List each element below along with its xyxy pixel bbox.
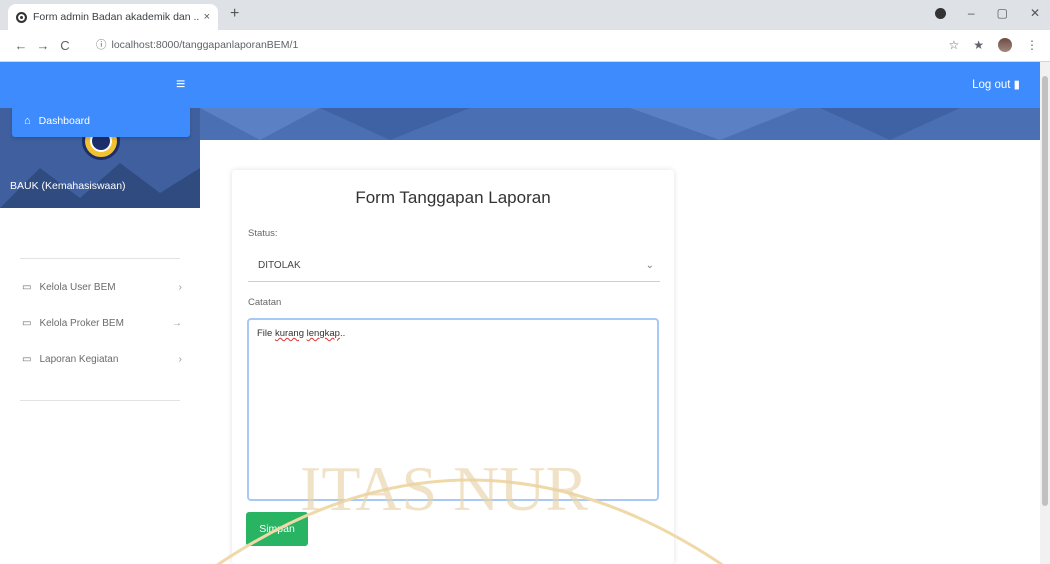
chevron-right-icon: › <box>178 353 182 365</box>
status-value: DITOLAK <box>258 260 301 271</box>
divider <box>20 258 180 259</box>
close-window-icon[interactable]: ✕ <box>1030 6 1040 20</box>
sidebar-item-label: Kelola Proker BEM <box>39 317 124 329</box>
sidebar-item-label: Dashboard <box>38 115 91 127</box>
url-text: localhost:8000/tanggapanlaporanBEM/1 <box>111 39 299 51</box>
sidebar-item-dashboard[interactable]: ⌂ Dashboard <box>12 105 190 137</box>
back-icon[interactable]: ← <box>10 38 32 53</box>
folder-icon: ▭ <box>22 317 32 329</box>
window-controls: – ▢ ✕ <box>934 6 1040 20</box>
user-avatar-icon[interactable] <box>998 38 1012 52</box>
sidebar-item-label: Kelola User BEM <box>39 281 116 293</box>
dashboard-icon: ⌂ <box>24 115 31 127</box>
arrow-right-icon: → <box>172 317 182 329</box>
tab-close-icon[interactable]: × <box>204 11 210 23</box>
app-header: ≡ Log out ▮ <box>0 62 1040 108</box>
new-tab-icon[interactable]: + <box>230 5 239 23</box>
sidebar-item-laporan-kegiatan[interactable]: ▭ Laporan Kegiatan › <box>22 349 182 369</box>
save-button[interactable]: Simpan <box>246 512 308 546</box>
header-banner <box>200 108 1040 140</box>
scrollbar-thumb[interactable] <box>1042 76 1048 506</box>
browser-tab-bar: Form admin Badan akademik dan ... × + – … <box>0 0 1050 30</box>
sidebar-brand: BAUK (Kemahasiswaan) <box>10 180 126 192</box>
favicon-icon <box>16 11 27 23</box>
sidebar: BAUK (Kemahasiswaan) <box>0 108 200 564</box>
address-bar: ← → C ⓘ localhost:8000/tanggapanlaporanBE… <box>0 30 1050 62</box>
logout-button[interactable]: Log out ▮ <box>972 77 1020 91</box>
hamburger-menu-icon[interactable]: ≡ <box>176 76 185 94</box>
bookmark-star-icon[interactable]: ☆ <box>948 38 959 52</box>
forward-icon[interactable]: → <box>32 38 54 53</box>
reload-icon[interactable]: C <box>54 38 76 53</box>
profile-icon[interactable] <box>934 7 946 19</box>
notes-text: kurang <box>274 328 305 339</box>
notes-label: Catatan <box>248 297 282 308</box>
info-icon[interactable]: ⓘ <box>96 39 107 51</box>
chevron-right-icon: › <box>178 281 182 293</box>
logout-label: Log out <box>972 79 1011 91</box>
browser-tab[interactable]: Form admin Badan akademik dan ... × <box>8 4 218 30</box>
minimize-icon[interactable]: – <box>968 6 975 20</box>
notes-text: .. <box>339 328 346 339</box>
chevron-down-icon: ⌄ <box>645 260 654 271</box>
toolbar-right: ☆ ★ ⋮ <box>948 38 1038 52</box>
notes-text: lengkap <box>306 328 340 339</box>
folder-icon: ▭ <box>22 281 32 293</box>
banner-mountains-graphic <box>200 108 960 140</box>
url-field[interactable]: ⓘ localhost:8000/tanggapanlaporanBEM/1 <box>96 37 298 52</box>
status-select[interactable]: DITOLAK ⌄ <box>248 250 660 282</box>
form-title: Form Tanggapan Laporan <box>355 188 551 207</box>
notes-textarea[interactable]: File kurang lengkap.. <box>247 318 659 501</box>
page-scrollbar[interactable] <box>1040 62 1050 564</box>
extensions-icon[interactable]: ★ <box>973 38 984 52</box>
tab-title: Form admin Badan akademik dan ... <box>33 11 200 23</box>
browser-menu-icon[interactable]: ⋮ <box>1026 38 1038 52</box>
sidebar-item-kelola-user-bem[interactable]: ▭ Kelola User BEM › <box>22 277 182 297</box>
divider <box>20 400 180 401</box>
sidebar-item-label: Laporan Kegiatan <box>39 353 119 365</box>
logout-icon: ▮ <box>1013 79 1020 91</box>
form-card: Form Tanggapan Laporan Status: DITOLAK ⌄… <box>232 170 674 564</box>
sidebar-item-kelola-proker-bem[interactable]: ▭ Kelola Proker BEM → <box>22 313 182 333</box>
notes-text: File <box>257 328 273 339</box>
folder-icon: ▭ <box>22 353 32 365</box>
status-label: Status: <box>248 228 278 239</box>
maximize-icon[interactable]: ▢ <box>997 6 1008 20</box>
